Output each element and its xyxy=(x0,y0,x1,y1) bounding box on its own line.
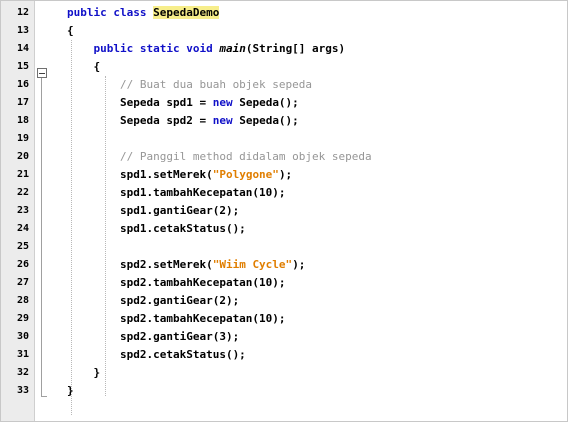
code-token: } xyxy=(67,366,101,379)
code-token: ); xyxy=(278,168,293,181)
code-text: spd2.tambahKecepatan(10); xyxy=(67,310,286,328)
line-number: 26 xyxy=(16,259,29,270)
code-text: // Buat dua buah objek sepeda xyxy=(67,76,312,94)
line-number: 22 xyxy=(16,187,29,198)
code-line[interactable]: 31 spd2.cetakStatus(); xyxy=(1,346,567,364)
line-number: 28 xyxy=(16,295,29,306)
code-line[interactable]: 22 spd1.tambahKecepatan(10); xyxy=(1,184,567,202)
code-text: spd1.tambahKecepatan(10); xyxy=(67,184,286,202)
line-number: 27 xyxy=(16,277,29,288)
code-text: { xyxy=(67,22,74,40)
line-number: 30 xyxy=(16,331,29,342)
code-token: { xyxy=(67,24,74,37)
code-text: public static void main(String[] args) xyxy=(67,40,345,58)
code-text: } xyxy=(67,364,100,382)
code-line[interactable]: 25 xyxy=(1,238,567,256)
code-token: } xyxy=(67,384,74,397)
line-number: 19 xyxy=(16,133,29,144)
code-token: new xyxy=(212,96,233,109)
code-line[interactable]: 17 Sepeda spd1 = new Sepeda(); xyxy=(1,94,567,112)
code-token: Sepeda(); xyxy=(232,114,299,127)
code-token: // Buat dua buah objek sepeda xyxy=(67,78,313,91)
line-number: 13 xyxy=(16,25,29,36)
code-token: new xyxy=(212,114,233,127)
code-token: main xyxy=(219,42,246,55)
code-token: { xyxy=(67,60,101,73)
code-token: "Wiim Cycle" xyxy=(212,258,293,271)
code-token: Sepeda(); xyxy=(232,96,299,109)
code-text: spd1.setMerek("Polygone"); xyxy=(67,166,292,184)
code-line[interactable]: 26 spd2.setMerek("Wiim Cycle"); xyxy=(1,256,567,274)
code-token: public class xyxy=(67,6,154,19)
code-text: // Panggil method didalam objek sepeda xyxy=(67,148,372,166)
code-token: // Panggil method didalam objek sepeda xyxy=(67,150,372,163)
line-number: 31 xyxy=(16,349,29,360)
line-number: 33 xyxy=(16,385,29,396)
code-text: spd2.cetakStatus(); xyxy=(67,346,246,364)
code-line[interactable]: 21 spd1.setMerek("Polygone"); xyxy=(1,166,567,184)
code-text: spd1.cetakStatus(); xyxy=(67,220,246,238)
code-token: spd2.tambahKecepatan(10); xyxy=(67,312,286,325)
code-line[interactable]: 24 spd1.cetakStatus(); xyxy=(1,220,567,238)
code-line[interactable]: 15 { xyxy=(1,58,567,76)
code-line[interactable]: 33} xyxy=(1,382,567,400)
code-text: { xyxy=(67,58,100,76)
code-line[interactable]: 19 xyxy=(1,130,567,148)
code-token: (String[] args) xyxy=(245,42,346,55)
code-token: "Polygone" xyxy=(212,168,279,181)
code-line[interactable]: 20 // Panggil method didalam objek seped… xyxy=(1,148,567,166)
code-token: spd1.tambahKecepatan(10); xyxy=(67,186,286,199)
line-number: 32 xyxy=(16,367,29,378)
code-line[interactable]: 18 Sepeda spd2 = new Sepeda(); xyxy=(1,112,567,130)
code-token: spd1.cetakStatus(); xyxy=(67,222,246,235)
code-line[interactable]: 28 spd2.gantiGear(2); xyxy=(1,292,567,310)
code-token: Sepeda spd2 = xyxy=(67,114,213,127)
code-text: public class SepedaDemo xyxy=(67,4,220,22)
code-token: spd1.gantiGear(2); xyxy=(67,204,240,217)
line-number: 16 xyxy=(16,79,29,90)
line-number: 25 xyxy=(16,241,29,252)
code-token: Sepeda spd1 = xyxy=(67,96,213,109)
line-number: 17 xyxy=(16,97,29,108)
line-number: 18 xyxy=(16,115,29,126)
line-number: 14 xyxy=(16,43,29,54)
line-number: 12 xyxy=(16,7,29,18)
code-token: public static void xyxy=(67,42,220,55)
line-number: 24 xyxy=(16,223,29,234)
code-lines: 12 public class SepedaDemo 13 {14 public st… xyxy=(1,4,567,400)
line-number: 15 xyxy=(16,61,29,72)
code-text: spd2.gantiGear(2); xyxy=(67,292,239,310)
code-text: } xyxy=(67,382,74,400)
code-line[interactable]: 16 // Buat dua buah objek sepeda xyxy=(1,76,567,94)
code-token: spd2.setMerek( xyxy=(67,258,213,271)
code-text: Sepeda spd1 = new Sepeda(); xyxy=(67,94,299,112)
code-line[interactable]: 12 public class SepedaDemo xyxy=(1,4,567,22)
code-line[interactable]: 14 public static void main(String[] args… xyxy=(1,40,567,58)
code-line[interactable]: 32 } xyxy=(1,364,567,382)
code-line[interactable]: 29 spd2.tambahKecepatan(10); xyxy=(1,310,567,328)
line-number: 21 xyxy=(16,169,29,180)
code-line[interactable]: 30 spd2.gantiGear(3); xyxy=(1,328,567,346)
line-number: 23 xyxy=(16,205,29,216)
code-line[interactable]: 27 spd2.tambahKecepatan(10); xyxy=(1,274,567,292)
code-token: spd2.gantiGear(2); xyxy=(67,294,240,307)
code-token: spd2.gantiGear(3); xyxy=(67,330,240,343)
code-line[interactable]: 23 spd1.gantiGear(2); xyxy=(1,202,567,220)
code-text: spd2.tambahKecepatan(10); xyxy=(67,274,286,292)
code-text: spd1.gantiGear(2); xyxy=(67,202,239,220)
code-line[interactable]: 13 { xyxy=(1,22,567,40)
code-token: spd2.tambahKecepatan(10); xyxy=(67,276,286,289)
line-number: 20 xyxy=(16,151,29,162)
line-number: 29 xyxy=(16,313,29,324)
code-token: ); xyxy=(292,258,306,271)
code-text: spd2.gantiGear(3); xyxy=(67,328,239,346)
code-text: spd2.setMerek("Wiim Cycle"); xyxy=(67,256,305,274)
code-token: spd2.cetakStatus(); xyxy=(67,348,246,361)
code-token: SepedaDemo xyxy=(153,6,220,19)
code-text: Sepeda spd2 = new Sepeda(); xyxy=(67,112,299,130)
code-editor[interactable]: 12 public class SepedaDemo 13 {14 public st… xyxy=(0,0,568,422)
code-token: spd1.setMerek( xyxy=(67,168,213,181)
